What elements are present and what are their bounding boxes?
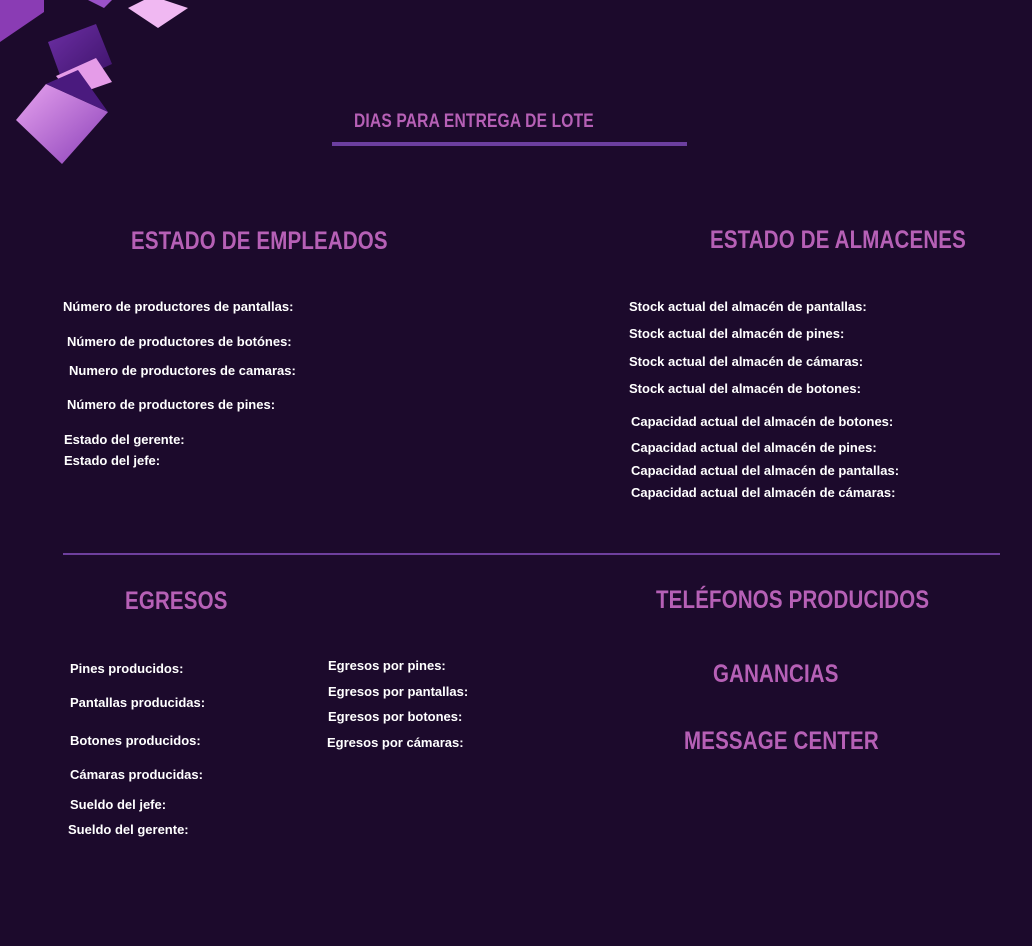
camera-producers-label: Numero de productores de camaras:: [69, 363, 296, 378]
expenses-pins-label: Egresos por pines:: [328, 658, 446, 673]
stock-buttons-label: Stock actual del almacén de botones:: [629, 381, 861, 396]
boss-salary-label: Sueldo del jefe:: [70, 797, 167, 812]
boss-status-label: Estado del jefe:: [64, 453, 161, 468]
profits-title: GANANCIAS: [713, 660, 839, 688]
section-divider: [63, 553, 1000, 555]
screen-producers-label: Número de productores de pantallas:: [63, 299, 294, 314]
delivery-days-title: DIAS PARA ENTREGA DE LOTE: [354, 111, 594, 132]
expenses-cameras-label: Egresos por cámaras:: [327, 735, 464, 750]
stock-cameras-label: Stock actual del almacén de cámaras:: [629, 354, 864, 369]
header-underline: [332, 142, 687, 146]
pin-producers-label: Número de productores de pines:: [67, 397, 276, 412]
cameras-produced-label: Cámaras producidas:: [70, 767, 203, 782]
capacity-buttons-label: Capacidad actual del almacén de botones:: [631, 414, 894, 429]
floating-cubes-icon: [0, 0, 188, 164]
capacity-cameras-label: Capacidad actual del almacén de cámaras:: [631, 485, 896, 500]
employees-section-title: ESTADO DE EMPLEADOS: [131, 227, 388, 255]
expenses-section-title: EGRESOS: [125, 587, 228, 615]
button-producers-label: Número de productores de botónes:: [67, 334, 292, 349]
manager-salary-label: Sueldo del gerente:: [68, 822, 189, 837]
expenses-buttons-label: Egresos por botones:: [328, 709, 463, 724]
manager-status-label: Estado del gerente:: [64, 432, 185, 447]
screens-produced-label: Pantallas producidas:: [70, 695, 206, 710]
stock-pins-label: Stock actual del almacén de pines:: [629, 326, 845, 341]
pins-produced-label: Pines producidos:: [70, 661, 184, 676]
message-center-title: MESSAGE CENTER: [684, 727, 879, 755]
expenses-screens-label: Egresos por pantallas:: [328, 684, 469, 699]
capacity-screens-label: Capacidad actual del almacén de pantalla…: [631, 463, 900, 478]
capacity-pins-label: Capacidad actual del almacén de pines:: [631, 440, 877, 455]
stock-screens-label: Stock actual del almacén de pantallas:: [629, 299, 867, 314]
warehouses-section-title: ESTADO DE ALMACENES: [710, 226, 966, 254]
phones-produced-title: TELÉFONOS PRODUCIDOS: [656, 586, 930, 614]
buttons-produced-label: Botones producidos:: [70, 733, 201, 748]
